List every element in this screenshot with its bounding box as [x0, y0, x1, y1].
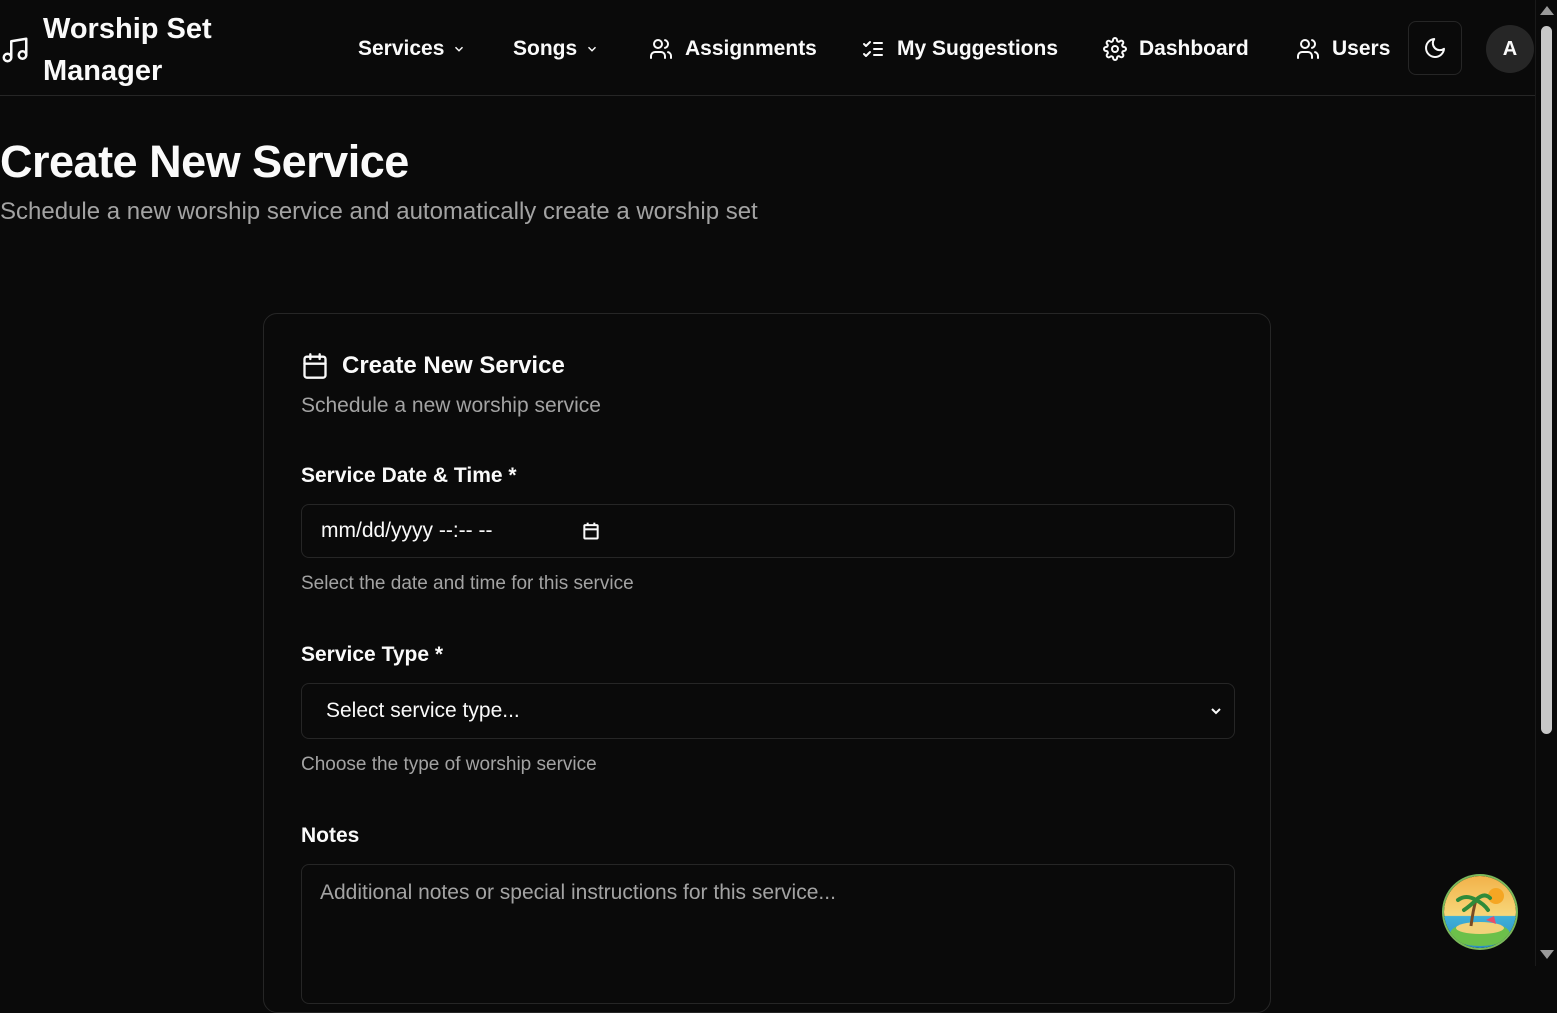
create-service-card: Create New Service Schedule a new worshi… [263, 313, 1271, 1013]
page-title: Create New Service [0, 136, 409, 187]
scroll-down-arrow-icon[interactable] [1540, 950, 1554, 959]
nav-dashboard[interactable]: Dashboard [1103, 21, 1249, 77]
service-type-select[interactable]: Select service type... [301, 683, 1235, 739]
service-type-label: Service Type * [301, 643, 444, 666]
nav-users[interactable]: Users [1296, 21, 1390, 77]
card-header: Create New Service [301, 351, 565, 381]
nav-songs-dropdown[interactable]: Songs [513, 21, 599, 77]
chevron-down-icon [455, 46, 464, 52]
moon-icon [1425, 38, 1445, 58]
service-date-input[interactable]: mm/dd/yyyy --:-- -- [301, 504, 1235, 558]
notes-placeholder: Additional notes or special instructions… [320, 881, 836, 904]
notes-textarea[interactable]: Additional notes or special instructions… [301, 864, 1235, 1004]
nav-my-suggestions[interactable]: My Suggestions [861, 21, 1058, 77]
notes-label: Notes [301, 824, 360, 847]
list-checks-icon [863, 41, 883, 57]
user-avatar[interactable]: A [1486, 25, 1534, 73]
scroll-up-arrow-icon[interactable] [1540, 6, 1554, 15]
service-type-help: Choose the type of worship service [301, 754, 597, 775]
gear-icon [1103, 37, 1127, 61]
music-note-icon [2, 37, 28, 63]
calendar-icon [303, 353, 327, 379]
top-navigation-bar: Worship Set Manager Services Songs Assig… [0, 0, 1535, 96]
nav-services-dropdown[interactable]: Services [358, 21, 466, 77]
nav-my-suggestions-label: My Suggestions [897, 37, 1059, 60]
calendar-picker-icon[interactable] [581, 521, 601, 541]
card-subtitle: Schedule a new worship service [301, 394, 601, 417]
nav-assignments-label: Assignments [685, 37, 817, 60]
page-subtitle: Schedule a new worship service and autom… [0, 198, 758, 225]
theme-toggle-button[interactable] [1408, 21, 1462, 75]
service-date-label: Service Date & Time * [301, 464, 517, 487]
nav-dashboard-label: Dashboard [1139, 37, 1249, 60]
service-date-help: Select the date and time for this servic… [301, 573, 634, 594]
app-title: Worship Set Manager [43, 13, 212, 87]
nav-users-label: Users [1332, 37, 1391, 60]
chevron-down-icon [1211, 708, 1221, 715]
nav-assignments[interactable]: Assignments [649, 21, 817, 77]
chevron-down-icon [588, 46, 597, 52]
assistant-launcher-button[interactable] [1444, 876, 1516, 948]
service-date-value: mm/dd/yyyy --:-- -- [321, 519, 493, 542]
card-title: Create New Service [342, 352, 565, 379]
brand[interactable]: Worship Set Manager [0, 8, 212, 92]
users-icon [1297, 39, 1319, 59]
island-icon [1444, 876, 1516, 948]
scrollbar-thumb[interactable] [1541, 26, 1552, 734]
nav-songs-label: Songs [513, 37, 578, 60]
service-type-value: Select service type... [326, 699, 520, 722]
page-scrollbar[interactable] [1535, 0, 1557, 966]
users-icon [650, 39, 672, 59]
nav-services-label: Services [358, 37, 445, 60]
